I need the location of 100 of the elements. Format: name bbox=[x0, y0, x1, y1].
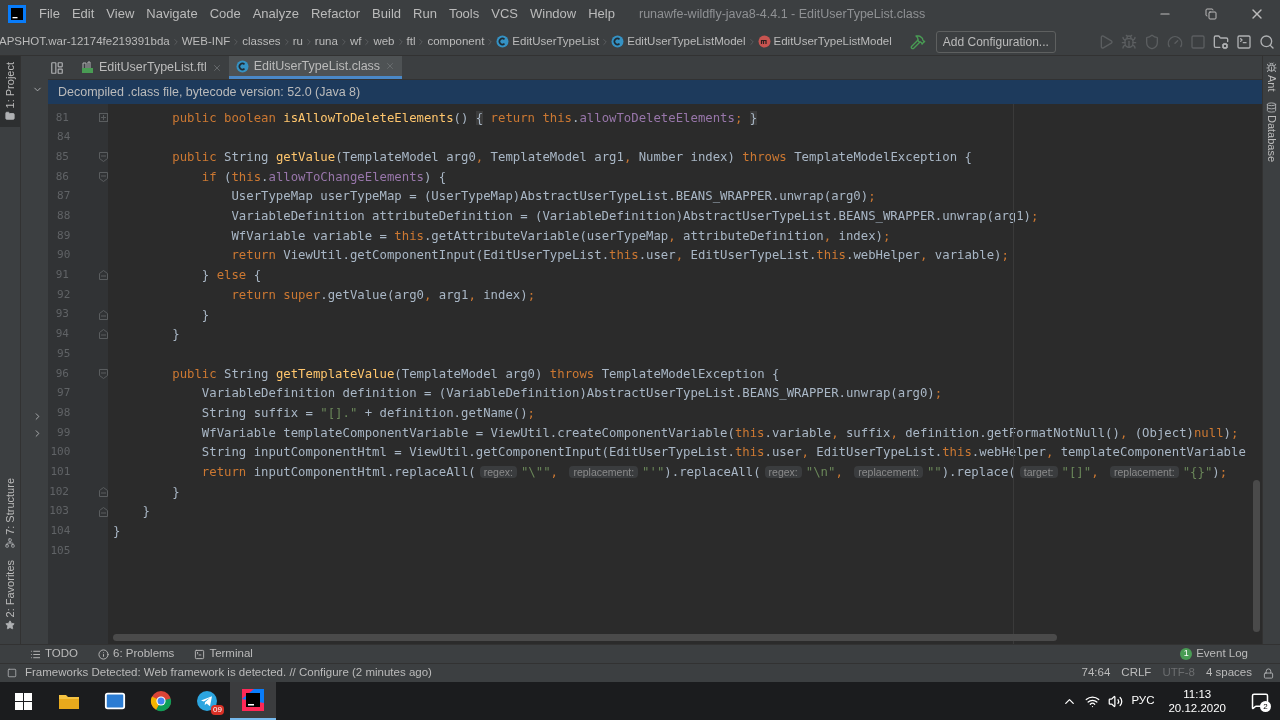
menu-item[interactable]: Refactor bbox=[304, 4, 367, 24]
breadcrumb[interactable]: EditUserTypeListModel bbox=[773, 32, 892, 51]
code-line: } bbox=[171, 483, 180, 501]
terminal-icon bbox=[194, 648, 206, 660]
breadcrumb[interactable]: ru bbox=[292, 32, 303, 51]
editor-tab[interactable]: EditUserTypeList.class bbox=[228, 56, 403, 79]
code-line: } else { bbox=[200, 267, 262, 285]
status-item[interactable]: CRLF bbox=[1121, 664, 1152, 682]
intellij-icon bbox=[242, 689, 264, 711]
count-badge: 1 bbox=[1180, 648, 1193, 660]
code-line: public boolean isAllowToDeleteElements() { return this.allowToDeleteElements; } bbox=[171, 109, 758, 127]
code-line: } bbox=[200, 306, 210, 324]
breadcrumb[interactable]: classes bbox=[242, 32, 281, 51]
wifi-icon[interactable] bbox=[1085, 693, 1101, 709]
folder-icon bbox=[58, 692, 80, 710]
banner-text: Decompiled .class file, bytecode version: 52.0 (Java 8) bbox=[58, 83, 361, 101]
breadcrumb[interactable]: component bbox=[427, 32, 485, 51]
app-logo-icon bbox=[8, 5, 26, 23]
code-line: if (this.allowToChangeElements) { bbox=[200, 168, 447, 186]
fold-icon[interactable] bbox=[99, 329, 108, 340]
notifications-button[interactable]: 2 bbox=[1240, 682, 1280, 720]
file-icon bbox=[81, 61, 94, 74]
breadcrumb[interactable]: runa bbox=[314, 32, 338, 51]
add-configuration-button[interactable]: Add Configuration... bbox=[935, 30, 1056, 53]
fold-icon[interactable] bbox=[99, 506, 108, 517]
breadcrumb[interactable]: EditUserTypeListModel bbox=[627, 32, 746, 51]
code-line: WfVariable variable = this.getAttributeVariable(userTypeMap, attributeDefinition, index); bbox=[230, 227, 891, 245]
code-line: return inputComponentHtml.replaceAll( regex: "\"", replacement: "'").replaceAll( regex: "\n", replacement: "").replace( target: "[]", replacement: "{}"); bbox=[200, 464, 1228, 481]
method-icon bbox=[757, 35, 771, 48]
menu-item[interactable]: Run bbox=[407, 4, 443, 24]
tool-window-tab[interactable]: Ant bbox=[1263, 62, 1280, 92]
structure-icon bbox=[5, 537, 15, 548]
menu-item[interactable]: Tools bbox=[442, 4, 486, 24]
menu-item[interactable]: Build bbox=[366, 4, 407, 24]
count-badge: 2 bbox=[1260, 701, 1271, 712]
close-icon[interactable] bbox=[211, 62, 222, 73]
class-icon bbox=[235, 59, 249, 73]
count-badge: 09 bbox=[211, 705, 224, 715]
breadcrumb[interactable]: web bbox=[373, 32, 395, 51]
tool-window-tab[interactable]: Terminal bbox=[194, 645, 253, 663]
code-line: } bbox=[113, 523, 121, 541]
database-icon bbox=[1266, 101, 1277, 113]
info-icon bbox=[98, 648, 109, 660]
clock[interactable]: 11:13 20.12.2020 bbox=[1162, 687, 1232, 715]
breadcrumb[interactable]: EditUserTypeList bbox=[512, 32, 600, 51]
tool-window-tab[interactable]: 6: Problems bbox=[98, 645, 175, 663]
status-item[interactable]: 4 spaces bbox=[1205, 664, 1252, 682]
fold-icon[interactable] bbox=[99, 152, 108, 163]
code-line: WfVariable templateComponentVariable = ViewUtil.createComponentVariable(this.variable, suffix, definition.getFormatNotNull(), (Object)null); bbox=[200, 424, 1239, 442]
windows-logo-icon bbox=[14, 692, 32, 710]
code-line: } bbox=[171, 326, 180, 344]
menu-item[interactable]: Window bbox=[523, 4, 583, 24]
fold-icon[interactable] bbox=[99, 270, 108, 281]
window-title: runawfe-wildfly-java8-4.4.1 - EditUserTypeList.class bbox=[638, 5, 926, 23]
breadcrumb[interactable]: WEB-INF bbox=[181, 32, 231, 51]
breadcrumb[interactable]: ftl bbox=[406, 32, 416, 51]
class-icon bbox=[611, 35, 625, 48]
status-item[interactable]: 74:64 bbox=[1081, 664, 1111, 682]
tool-window-tab[interactable]: 1: Project bbox=[0, 56, 20, 128]
code-line: public String getTemplateValue(TemplateModel arg0) throws TemplateModelException { bbox=[171, 365, 780, 383]
fold-icon[interactable] bbox=[99, 309, 108, 320]
breadcrumb[interactable]: wf bbox=[349, 32, 362, 51]
fold-icon[interactable] bbox=[99, 171, 108, 182]
lock-icon[interactable] bbox=[1263, 667, 1274, 679]
language-indicator[interactable]: РУС bbox=[1131, 692, 1155, 710]
list-icon bbox=[30, 648, 41, 660]
menu-item[interactable]: Analyze bbox=[246, 4, 305, 24]
build-icon[interactable] bbox=[909, 33, 926, 50]
menu-item[interactable]: View bbox=[100, 4, 141, 24]
code-line: return super.getValue(arg0, arg1, index); bbox=[230, 286, 536, 304]
close-icon[interactable] bbox=[385, 61, 396, 71]
menu-item[interactable]: VCS bbox=[485, 4, 524, 24]
fold-icon[interactable] bbox=[99, 486, 108, 497]
tool-window-tab[interactable]: 2: Favorites bbox=[0, 553, 20, 636]
tool-window-tab[interactable]: 7: Structure bbox=[0, 471, 20, 554]
volume-icon[interactable] bbox=[1108, 693, 1124, 709]
taskbar-app[interactable] bbox=[230, 682, 276, 720]
editor-tab[interactable]: EditUserTypeList.ftl bbox=[74, 56, 229, 79]
status-message: Frameworks Detected: Web framework is detected. // Configure (2 minutes ago) bbox=[25, 665, 432, 681]
scrollbar-thumb[interactable] bbox=[1253, 480, 1260, 632]
bug-icon bbox=[1266, 62, 1277, 73]
scrollbar-thumb[interactable] bbox=[113, 634, 1057, 641]
fold-icon[interactable] bbox=[99, 368, 108, 379]
restore-icon bbox=[1205, 8, 1217, 20]
menu-item[interactable]: File bbox=[33, 4, 66, 24]
menu-item[interactable]: Code bbox=[203, 4, 247, 24]
code-line: String inputComponentHtml = ViewUtil.getComponentInput(EditUserTypeList.this.user, EditUserTypeList.this.webHelper, templateComponentVariable bbox=[200, 444, 1246, 462]
layout-icon[interactable] bbox=[50, 60, 64, 75]
menu-item[interactable]: Navigate bbox=[140, 4, 204, 24]
event-log-button[interactable]: 1 Event Log bbox=[1180, 645, 1248, 663]
menu-item[interactable]: Edit bbox=[65, 4, 101, 24]
fold-icon[interactable] bbox=[99, 113, 108, 123]
code-line: VariableDefinition attributeDefinition = (VariableDefinition)AbstractUserTypeList.BEANS_WRAPPER.unwrap(arg1); bbox=[230, 208, 1039, 226]
tool-window-tab[interactable]: TODO bbox=[30, 645, 78, 663]
code-line: VariableDefinition definition = (VariableDefinition)AbstractUserTypeList.BEANS_WRAPPER.unwrap(arg0); bbox=[200, 385, 943, 403]
taskbar-app[interactable]: 09 bbox=[184, 682, 230, 720]
chrome-icon bbox=[150, 690, 172, 712]
star-icon bbox=[5, 620, 15, 630]
menu-item[interactable]: Help bbox=[582, 4, 621, 24]
tool-window-tab[interactable]: Database bbox=[1263, 101, 1280, 162]
